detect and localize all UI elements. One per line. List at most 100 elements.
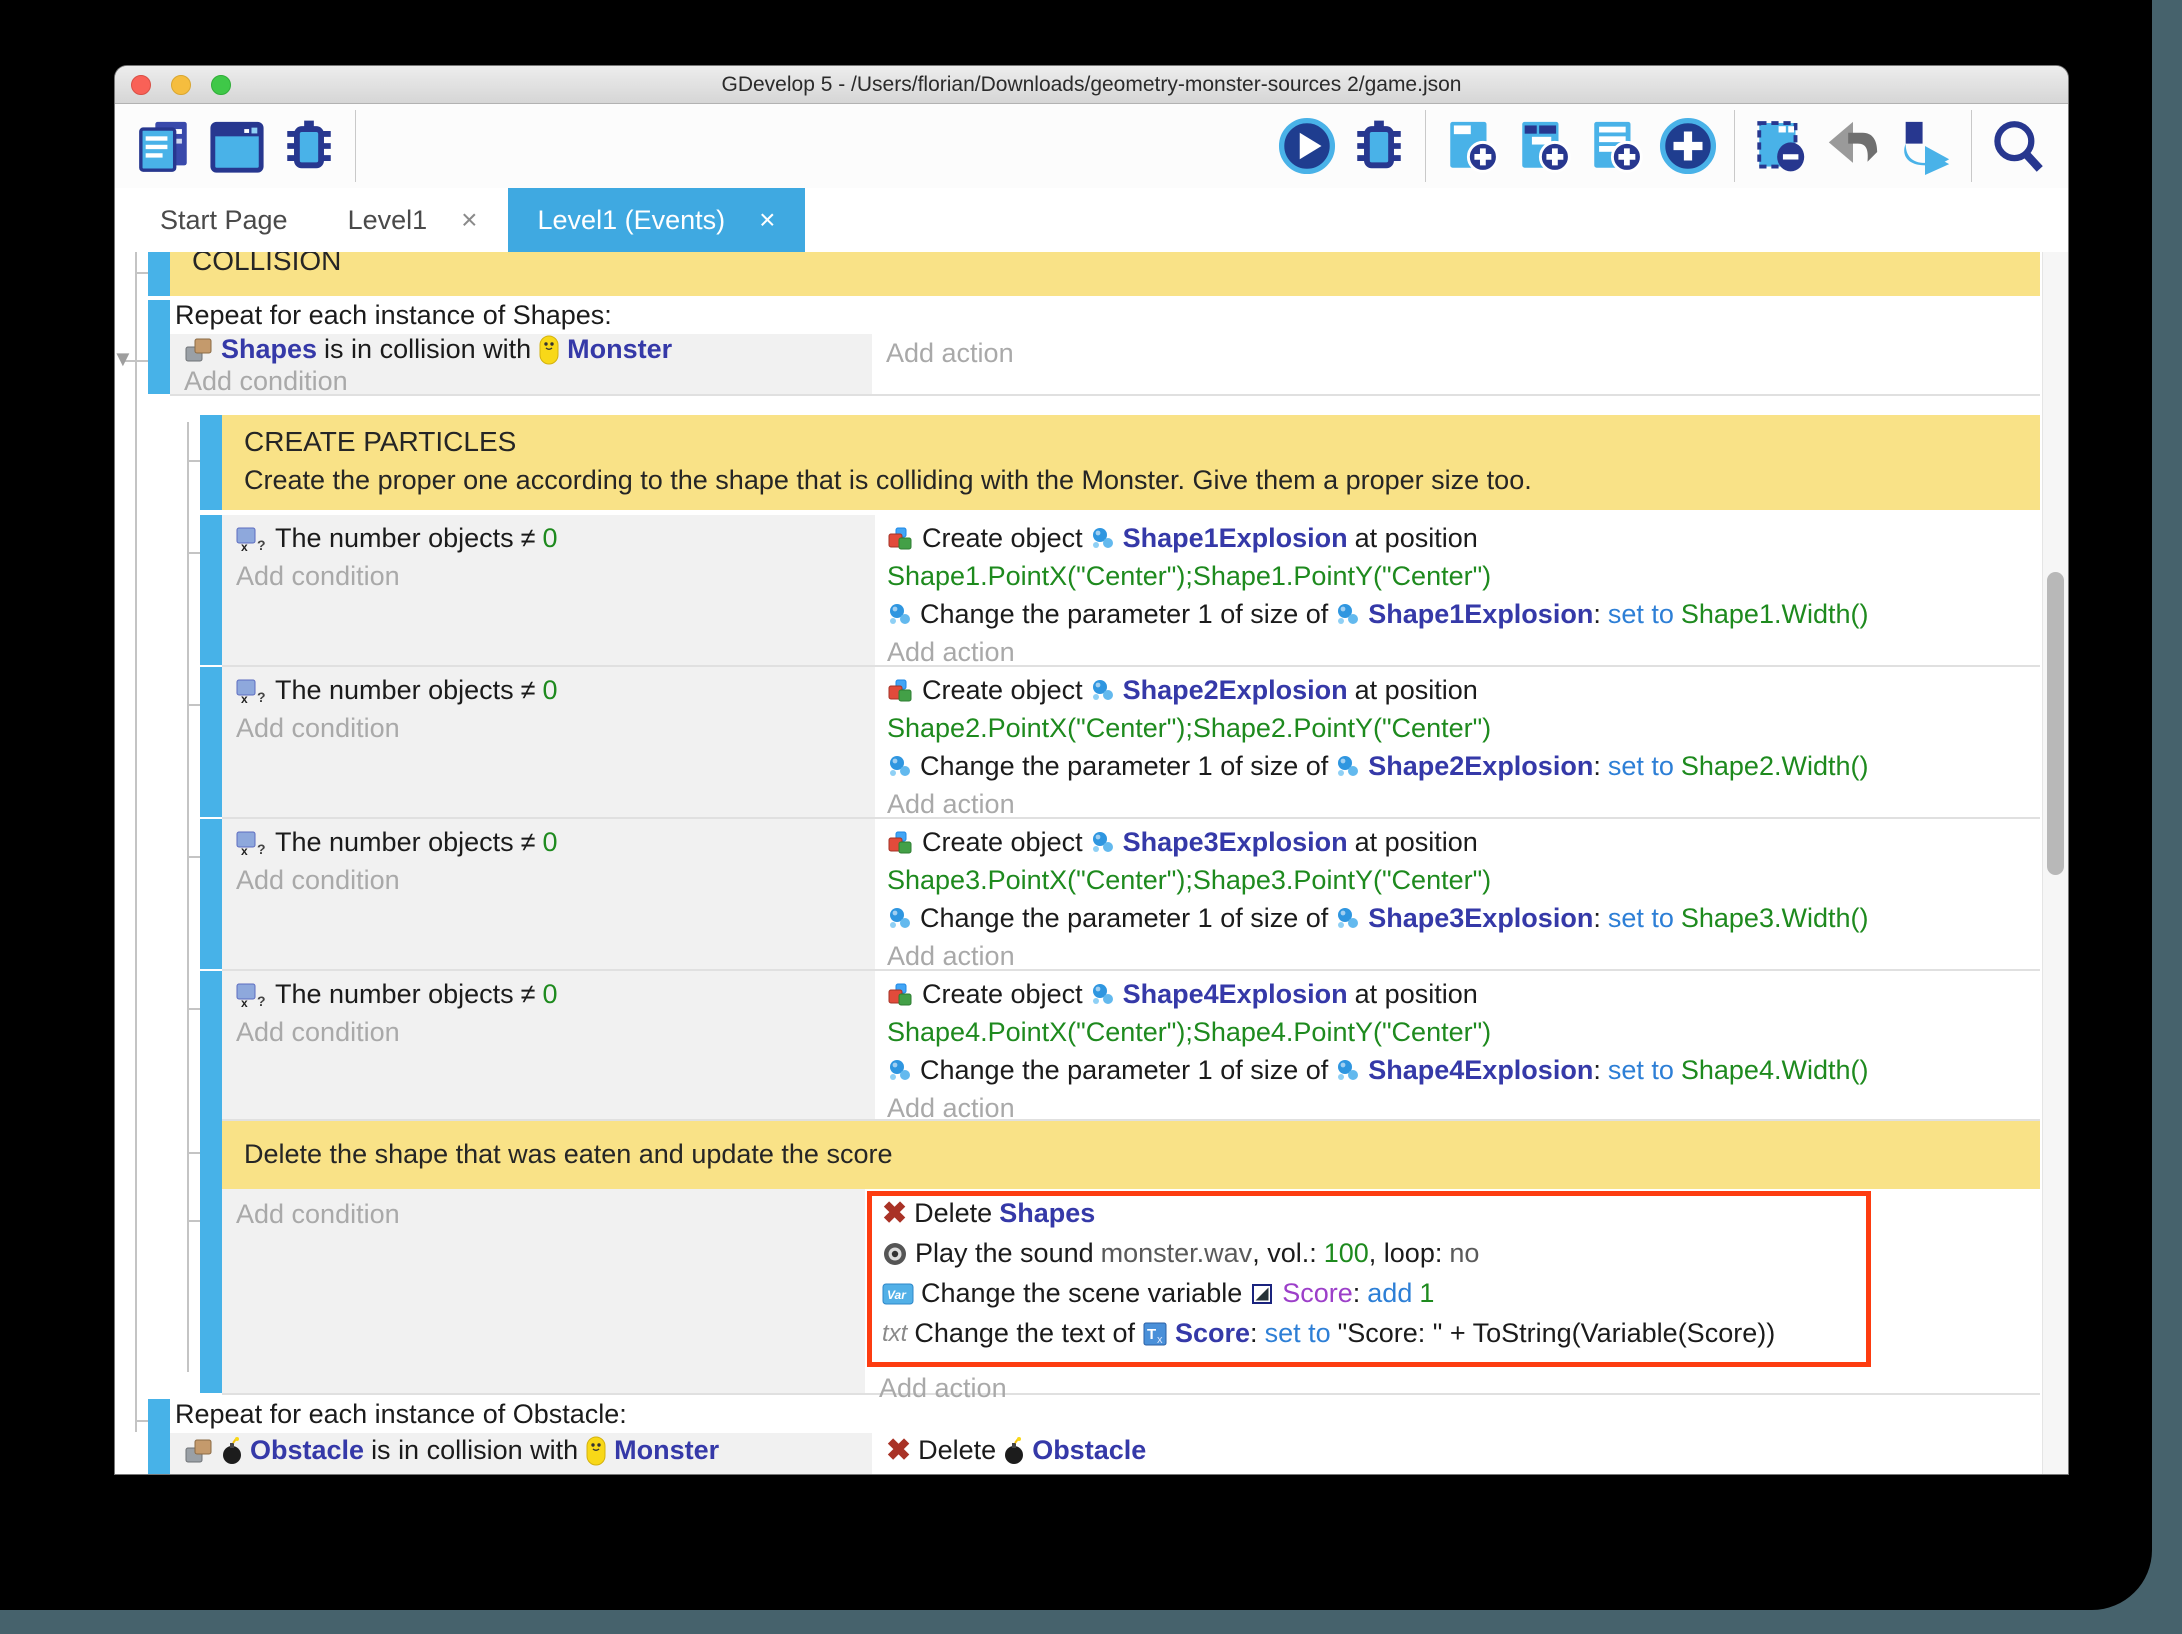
- delete-event-button[interactable]: [1752, 117, 1810, 175]
- events-scrollbar-thumb[interactable]: [2047, 572, 2064, 875]
- condition-number-objects[interactable]: x ? The number objects ≠ 0: [236, 523, 557, 554]
- add-event-button[interactable]: [1443, 117, 1501, 175]
- repeat-header[interactable]: Repeat for each instance of Obstacle:: [175, 1399, 627, 1430]
- tab-level1-events[interactable]: Level1 (Events) ×: [508, 188, 806, 252]
- action-change-size[interactable]: Change the parameter 1 of size of Shape4…: [887, 1055, 1868, 1086]
- conditions-column[interactable]: Shapes is in collision with Monster Add …: [170, 334, 872, 396]
- conditions-column[interactable]: x ? The number objects ≠ 0 Add condition: [222, 515, 875, 667]
- add-subevent-button[interactable]: [1515, 117, 1573, 175]
- add-condition-link[interactable]: Add condition: [236, 1017, 400, 1048]
- event-handle-bar[interactable]: [200, 515, 222, 665]
- event-handle-bar[interactable]: [200, 415, 222, 510]
- add-condition-link[interactable]: Add condition: [236, 561, 400, 592]
- conditions-column[interactable]: x ? The number objects ≠ 0 Add condition: [222, 819, 875, 971]
- actions-column[interactable]: ✖ Delete Shapes Play the sound monster.w…: [865, 1189, 2040, 1395]
- condition-collision[interactable]: Obstacle is in collision with Monster: [184, 1435, 719, 1466]
- tab-level1-scene[interactable]: Level1 ×: [318, 188, 508, 252]
- add-action-link[interactable]: Add action: [887, 789, 1015, 820]
- comment-band[interactable]: Delete the shape that was eaten and upda…: [222, 1121, 2040, 1189]
- object-link[interactable]: Monster: [614, 1435, 719, 1466]
- action-position-expression[interactable]: Shape4.PointX("Center");Shape4.PointY("C…: [887, 1017, 1491, 1048]
- conditions-column[interactable]: x ? The number objects ≠ 0 Add condition: [222, 667, 875, 819]
- action-position-expression[interactable]: Shape3.PointX("Center");Shape3.PointY("C…: [887, 865, 1491, 896]
- condition-collision[interactable]: Shapes is in collision with Monster: [184, 334, 672, 365]
- condition-number-objects[interactable]: x ? The number objects ≠ 0: [236, 827, 557, 858]
- object-link[interactable]: Shape4Explosion: [1123, 979, 1348, 1010]
- action-change-size[interactable]: Change the parameter 1 of size of Shape1…: [887, 599, 1868, 630]
- close-tab-icon[interactable]: ×: [759, 204, 775, 236]
- object-link[interactable]: Shapes: [221, 334, 317, 365]
- actions-column[interactable]: Create object Shape3Explosion at positio…: [875, 819, 2040, 971]
- event-handle-bar[interactable]: [148, 252, 170, 296]
- object-link[interactable]: Shape1Explosion: [1368, 599, 1593, 630]
- action-delete-obstacle[interactable]: ✖ Delete Obstacle: [886, 1435, 1146, 1466]
- object-link[interactable]: Score: [1175, 1318, 1250, 1349]
- comment-band[interactable]: COLLISION: [170, 252, 2040, 296]
- action-create-object[interactable]: Create object Shape1Explosion at positio…: [887, 523, 1478, 554]
- object-link[interactable]: Shape3Explosion: [1123, 827, 1348, 858]
- object-link[interactable]: Shape4Explosion: [1368, 1055, 1593, 1086]
- action-position-expression[interactable]: Shape2.PointX("Center");Shape2.PointY("C…: [887, 713, 1491, 744]
- object-link[interactable]: Shape2Explosion: [1368, 751, 1593, 782]
- close-tab-icon[interactable]: ×: [461, 204, 477, 236]
- action-change-size[interactable]: Change the parameter 1 of size of Shape2…: [887, 751, 1868, 782]
- add-action-link[interactable]: Add action: [887, 637, 1015, 668]
- event-handle-bar[interactable]: [200, 971, 222, 1121]
- action-change-text[interactable]: txt Change the text of T x Score: set to…: [882, 1318, 1775, 1349]
- events-scrollbar-track[interactable]: [2042, 252, 2068, 1474]
- debug-preview-button[interactable]: [1350, 117, 1408, 175]
- redo-button[interactable]: [1896, 117, 1954, 175]
- add-condition-link[interactable]: Add condition: [184, 366, 348, 397]
- actions-column[interactable]: Create object Shape4Explosion at positio…: [875, 971, 2040, 1121]
- action-change-scene-variable[interactable]: Var Change the scene variable Score: add…: [882, 1278, 1434, 1309]
- add-action-link[interactable]: Add action: [887, 941, 1015, 972]
- add-action-link[interactable]: Add action: [887, 1093, 1015, 1124]
- actions-column[interactable]: Create object Shape2Explosion at positio…: [875, 667, 2040, 819]
- event-handle-bar[interactable]: [148, 300, 170, 394]
- object-link[interactable]: Shape1Explosion: [1123, 523, 1348, 554]
- tab-start-page[interactable]: Start Page: [130, 188, 318, 252]
- action-create-object[interactable]: Create object Shape3Explosion at positio…: [887, 827, 1478, 858]
- action-delete-shapes[interactable]: ✖ Delete Shapes: [882, 1198, 1095, 1229]
- undo-button[interactable]: [1824, 117, 1882, 175]
- object-link[interactable]: Obstacle: [250, 1435, 364, 1466]
- search-events-button[interactable]: [1989, 117, 2047, 175]
- event-handle-bar[interactable]: [200, 667, 222, 817]
- add-condition-link[interactable]: Add condition: [236, 1199, 400, 1230]
- event-handle-bar[interactable]: [200, 1121, 222, 1189]
- actions-column[interactable]: Create object Shape1Explosion at positio…: [875, 515, 2040, 667]
- add-comment-button[interactable]: [1587, 117, 1645, 175]
- conditions-column[interactable]: Add condition: [222, 1189, 865, 1395]
- actions-column[interactable]: Add action: [872, 334, 2040, 396]
- project-manager-icon[interactable]: [136, 117, 194, 175]
- action-change-size[interactable]: Change the parameter 1 of size of Shape3…: [887, 903, 1868, 934]
- object-link[interactable]: Shape3Explosion: [1368, 903, 1593, 934]
- variable-link[interactable]: Score: [1282, 1278, 1353, 1309]
- action-position-expression[interactable]: Shape1.PointX("Center");Shape1.PointY("C…: [887, 561, 1491, 592]
- add-action-link[interactable]: Add action: [886, 338, 1014, 369]
- event-handle-bar[interactable]: [200, 1189, 222, 1393]
- collapse-arrow-icon[interactable]: ▼: [115, 346, 134, 372]
- add-condition-link[interactable]: Add condition: [236, 865, 400, 896]
- repeat-header[interactable]: Repeat for each instance of Shapes:: [175, 300, 612, 331]
- add-condition-link[interactable]: Add condition: [236, 713, 400, 744]
- object-link[interactable]: Shape2Explosion: [1123, 675, 1348, 706]
- condition-number-objects[interactable]: x ? The number objects ≠ 0: [236, 675, 557, 706]
- add-action-link[interactable]: Add action: [879, 1373, 1007, 1404]
- object-link[interactable]: Obstacle: [1032, 1435, 1146, 1466]
- event-handle-bar[interactable]: [148, 1399, 170, 1474]
- preview-window-icon[interactable]: [208, 117, 266, 175]
- object-link[interactable]: Monster: [567, 334, 672, 365]
- preview-play-button[interactable]: [1278, 117, 1336, 175]
- debugger-icon[interactable]: [280, 117, 338, 175]
- action-create-object[interactable]: Create object Shape4Explosion at positio…: [887, 979, 1478, 1010]
- conditions-column[interactable]: Obstacle is in collision with Monster: [170, 1433, 872, 1474]
- action-create-object[interactable]: Create object Shape2Explosion at positio…: [887, 675, 1478, 706]
- event-handle-bar[interactable]: [200, 819, 222, 969]
- actions-column[interactable]: ✖ Delete Obstacle: [872, 1433, 2040, 1474]
- condition-number-objects[interactable]: x ? The number objects ≠ 0: [236, 979, 557, 1010]
- add-special-event-button[interactable]: [1659, 117, 1717, 175]
- comment-band[interactable]: CREATE PARTICLES Create the proper one a…: [222, 415, 2040, 510]
- action-play-sound[interactable]: Play the sound monster.wav, vol.: 100, l…: [882, 1238, 1479, 1269]
- object-link[interactable]: Shapes: [999, 1198, 1095, 1229]
